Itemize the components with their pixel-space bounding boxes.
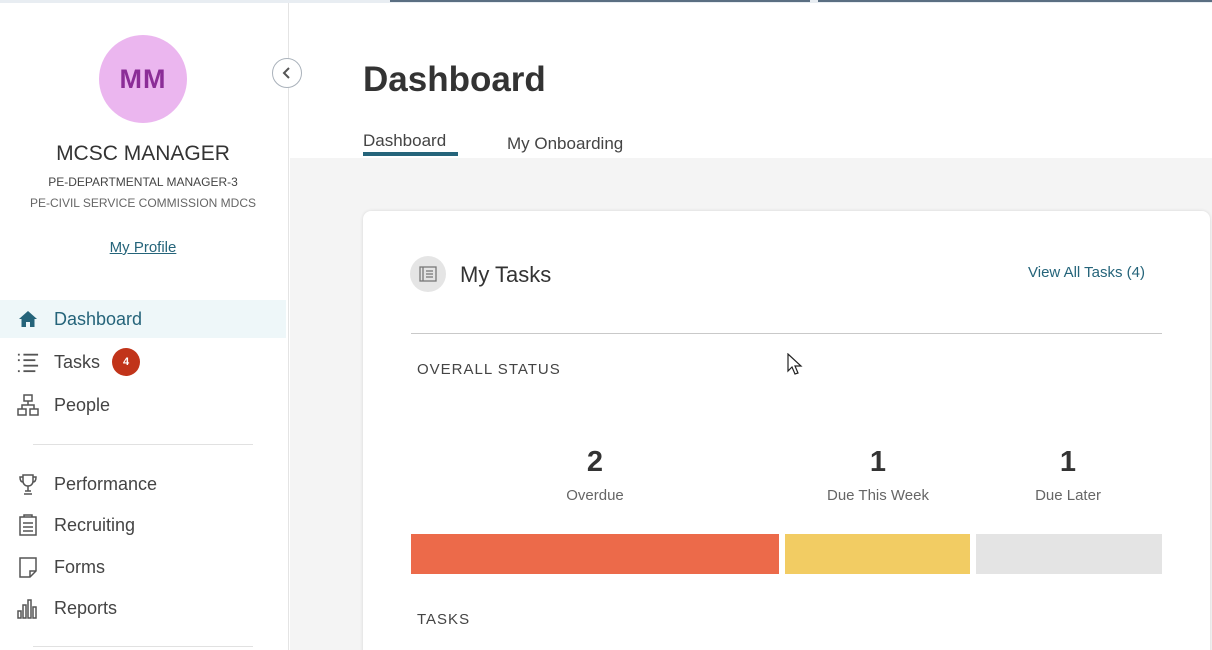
view-all-tasks-link[interactable]: View All Tasks (4) [1028, 264, 1145, 281]
card-title: My Tasks [460, 262, 552, 287]
overall-status-label: OVERALL STATUS [417, 361, 561, 378]
tasks-card-icon [410, 256, 446, 292]
sidebar-item-label: Tasks [54, 351, 101, 372]
due-later-stat[interactable]: 1 Due Later [968, 446, 1168, 504]
sidebar-item-forms[interactable]: Forms [0, 548, 286, 586]
sidebar-divider [33, 646, 253, 647]
stat-label: Due Later [1035, 487, 1101, 504]
chevron-left-icon [282, 67, 290, 79]
document-icon [17, 556, 39, 578]
collapse-sidebar-button[interactable] [272, 58, 302, 88]
sidebar-item-label: Reports [54, 597, 118, 618]
tasks-section-label: TASKS [417, 611, 471, 628]
overdue-stat[interactable]: 2 Overdue [495, 446, 695, 504]
stat-value: 1 [1059, 446, 1077, 478]
avatar[interactable]: MM [99, 35, 187, 123]
due-this-week-stat[interactable]: 1 Due This Week [778, 446, 978, 504]
sidebar-item-dashboard[interactable]: Dashboard [0, 300, 286, 338]
due-later-status-bar[interactable] [976, 534, 1162, 574]
sidebar-divider [33, 444, 253, 445]
clipboard-icon [17, 514, 39, 536]
sidebar-item-label: Dashboard [54, 308, 143, 329]
tab-my-onboarding[interactable]: My Onboarding [507, 134, 623, 154]
sidebar-item-tasks[interactable]: Tasks 4 [0, 343, 286, 381]
stat-label: Due This Week [827, 487, 929, 504]
tab-dashboard[interactable]: Dashboard [363, 131, 458, 156]
sidebar-item-recruiting[interactable]: Recruiting [0, 506, 286, 544]
my-profile-link[interactable]: My Profile [0, 239, 286, 256]
active-tab-indicator [363, 152, 458, 156]
sidebar-item-label: Forms [54, 556, 105, 577]
user-org: PE-CIVIL SERVICE COMMISSION MDCS [29, 196, 257, 210]
user-role: PE-DEPARTMENTAL MANAGER-3 [48, 175, 238, 189]
home-icon [17, 308, 39, 330]
user-name: MCSC MANAGER [56, 142, 230, 165]
sidebar: MM MCSC MANAGER PE-DEPARTMENTAL MANAGER-… [0, 3, 289, 650]
sidebar-item-people[interactable]: People [0, 386, 286, 424]
stat-value: 1 [869, 446, 887, 478]
page-title: Dashboard [363, 60, 546, 99]
trophy-icon [17, 473, 39, 495]
due-this-week-status-bar[interactable] [785, 534, 970, 574]
bar-chart-icon [17, 597, 39, 619]
top-border-segment [390, 0, 810, 2]
sidebar-item-reports[interactable]: Reports [0, 589, 286, 627]
tab-label: Dashboard [363, 131, 447, 150]
tasks-count-badge: 4 [112, 348, 141, 376]
list-icon [17, 351, 39, 373]
sidebar-item-label: People [54, 394, 111, 415]
org-chart-icon [17, 394, 39, 416]
tab-label: My Onboarding [507, 134, 624, 153]
sidebar-item-label: Recruiting [54, 514, 136, 535]
sidebar-item-performance[interactable]: Performance [0, 465, 286, 503]
stat-value: 2 [586, 446, 604, 478]
top-border-segment [818, 0, 1212, 2]
card-divider [411, 333, 1162, 334]
sidebar-item-label: Performance [54, 473, 158, 494]
overdue-status-bar[interactable] [411, 534, 779, 574]
mouse-cursor-icon [787, 353, 803, 375]
stat-label: Overdue [566, 487, 624, 504]
